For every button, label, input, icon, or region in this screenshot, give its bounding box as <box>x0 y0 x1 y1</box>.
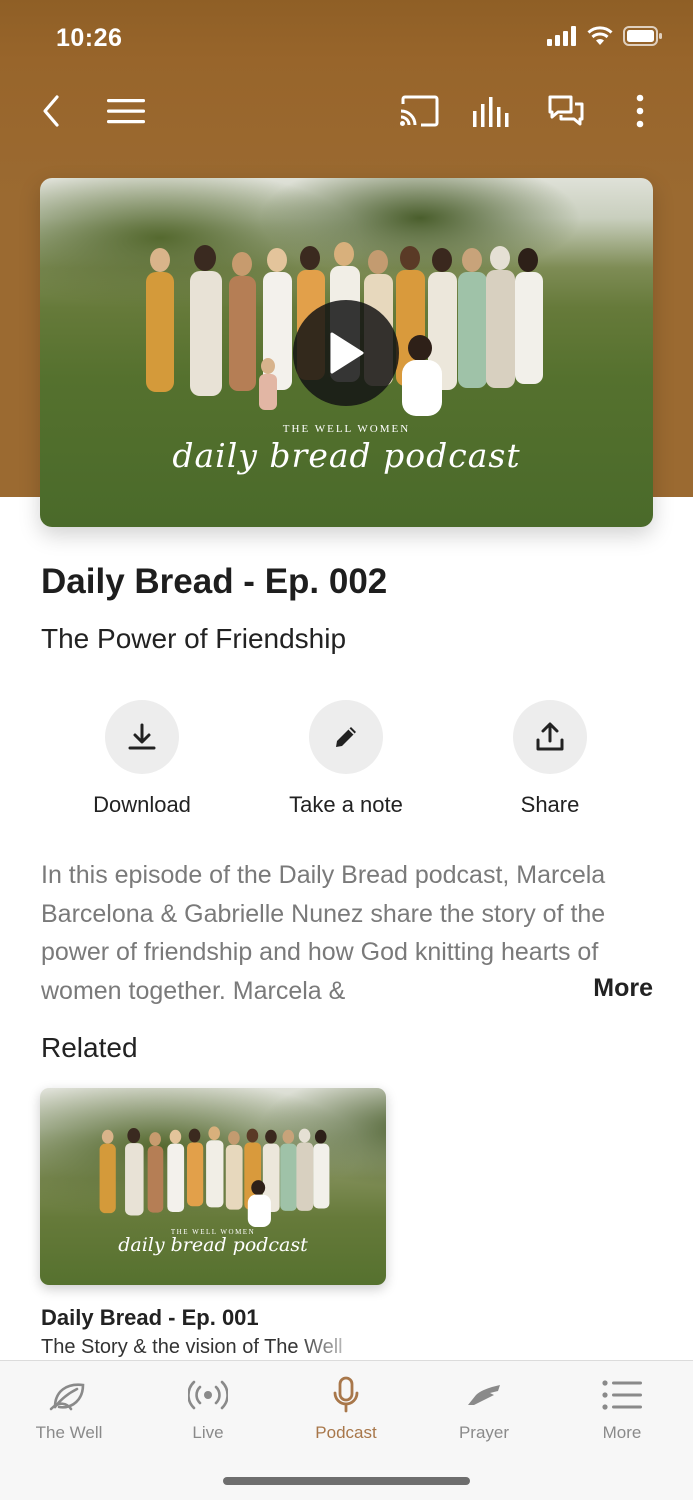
related-thumbnail-script: daily bread podcast <box>118 1234 308 1256</box>
download-label: Download <box>93 792 191 817</box>
cast-icon <box>400 95 439 127</box>
artwork-script-title: daily bread podcast <box>172 436 521 475</box>
related-item-title[interactable]: Daily Bread - Ep. 001 <box>41 1305 259 1331</box>
related-group-figures <box>99 1126 330 1228</box>
equalizer-button[interactable] <box>467 86 517 136</box>
tab-podcast[interactable]: Podcast <box>277 1375 415 1443</box>
top-toolbar <box>0 76 693 146</box>
episode-title: Daily Bread - Ep. 002 <box>41 562 388 601</box>
description-more-link[interactable]: More <box>593 974 653 1003</box>
download-icon <box>128 723 156 750</box>
list-icon <box>602 1380 642 1410</box>
more-options-button[interactable] <box>615 86 665 136</box>
home-indicator <box>223 1477 470 1485</box>
chat-icon <box>548 95 584 126</box>
more-vertical-icon <box>636 94 644 128</box>
episode-subtitle: The Power of Friendship <box>41 623 347 654</box>
status-icons <box>547 26 663 46</box>
menu-icon <box>107 99 145 124</box>
episode-artwork[interactable]: THE WELL WOMEN daily bread podcast <box>40 178 653 527</box>
back-icon <box>43 95 59 127</box>
cast-button[interactable] <box>394 86 444 136</box>
share-label: Share <box>520 792 580 817</box>
tab-label-the-well: The Well <box>35 1423 103 1442</box>
menu-button[interactable] <box>101 86 151 136</box>
equalizer-icon <box>473 97 509 127</box>
microphone-icon <box>333 1376 359 1413</box>
share-circle[interactable] <box>513 700 587 774</box>
episode-description: In this episode of the Daily Bread podca… <box>41 856 653 1012</box>
related-subtitle-fade <box>296 1336 386 1362</box>
chat-button[interactable] <box>541 86 591 136</box>
tab-more[interactable]: More <box>553 1375 691 1443</box>
status-bar: 10:26 <box>0 0 693 76</box>
artwork-brand: THE WELL WOMEN <box>282 423 411 435</box>
tab-the-well[interactable]: The Well <box>0 1375 138 1443</box>
play-icon <box>330 332 364 374</box>
tab-label-more: More <box>602 1423 642 1442</box>
episode-actions: Download Take a note Share <box>0 700 693 830</box>
tab-live[interactable]: Live <box>139 1375 277 1443</box>
description-text: In this episode of the Daily Bread podca… <box>41 861 606 1005</box>
take-note-circle[interactable] <box>309 700 383 774</box>
status-time: 10:26 <box>56 24 123 52</box>
take-note-label: Take a note <box>289 792 403 817</box>
tab-label-live: Live <box>192 1423 224 1442</box>
praying-hands-icon <box>468 1385 500 1405</box>
download-circle[interactable] <box>105 700 179 774</box>
download-button[interactable]: Download <box>52 700 232 818</box>
broadcast-icon <box>188 1380 228 1410</box>
related-heading: Related <box>41 1032 138 1063</box>
leaf-icon <box>49 1383 85 1411</box>
back-button[interactable] <box>26 86 76 136</box>
signal-icon <box>547 26 576 46</box>
share-icon <box>536 722 564 751</box>
battery-icon <box>623 26 662 46</box>
tab-prayer[interactable]: Prayer <box>415 1375 553 1443</box>
tab-label-podcast: Podcast <box>315 1423 377 1442</box>
share-button[interactable]: Share <box>460 700 640 818</box>
wifi-icon <box>587 26 613 45</box>
play-button[interactable] <box>293 300 399 406</box>
pencil-icon <box>336 727 356 747</box>
take-note-button[interactable]: Take a note <box>256 700 436 818</box>
related-item-thumbnail[interactable]: THE WELL WOMEN daily bread podcast <box>40 1088 386 1285</box>
tab-label-prayer: Prayer <box>458 1423 510 1442</box>
